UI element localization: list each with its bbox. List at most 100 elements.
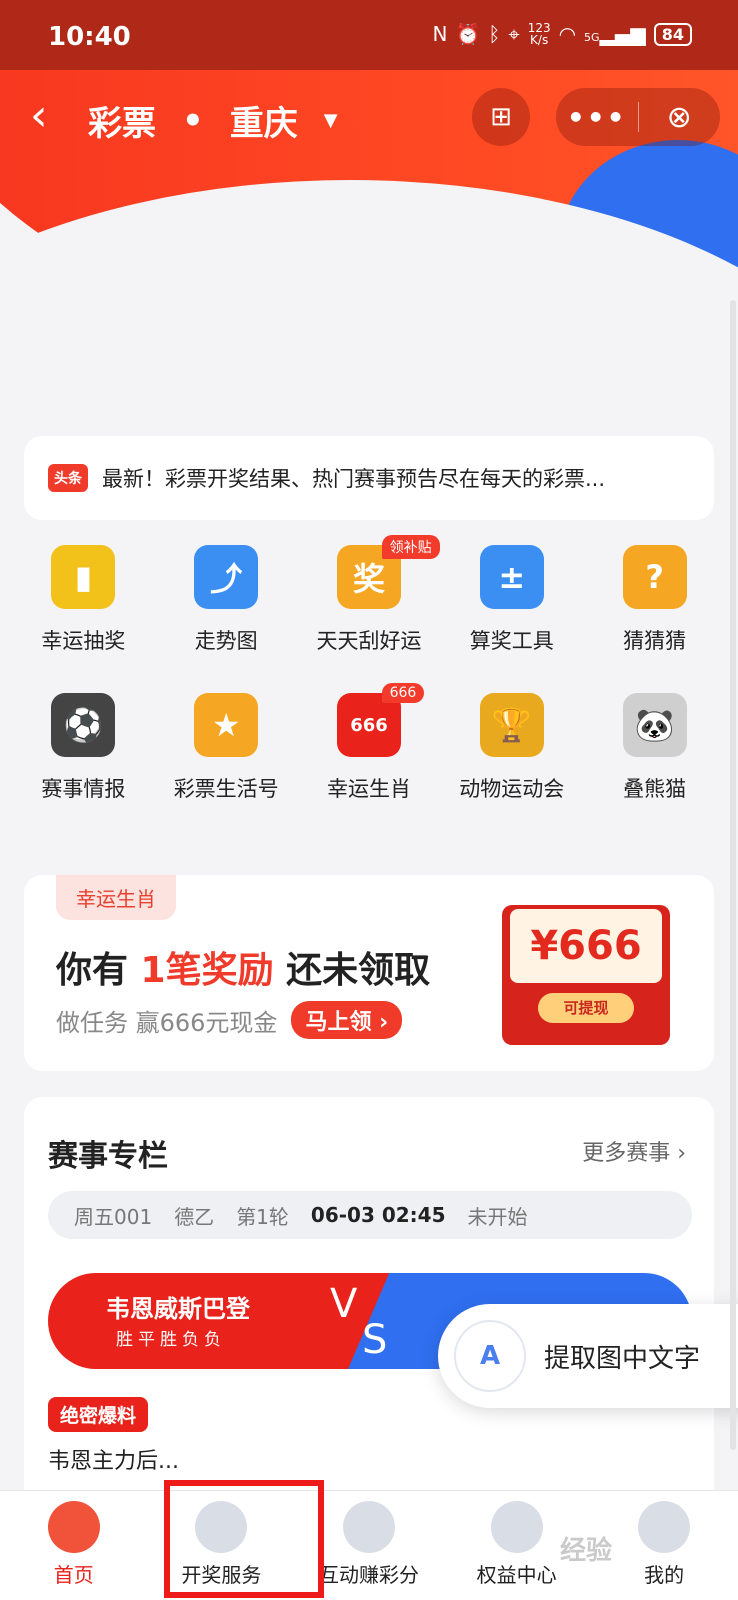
promo-tag: 幸运生肖 bbox=[56, 875, 176, 920]
text-scan-icon: A bbox=[454, 1320, 526, 1392]
calculator-icon: ± bbox=[479, 545, 544, 609]
battery-indicator: 84 bbox=[653, 22, 692, 46]
soccer-ball-icon: ⚽ bbox=[51, 693, 116, 757]
crystal-ball-icon bbox=[195, 1501, 248, 1553]
promo-title-post: 还未领取 bbox=[273, 950, 431, 991]
title-text: 彩票 bbox=[88, 104, 156, 144]
promo-title: 你有 1笔奖励 还未领取 bbox=[56, 941, 430, 993]
tab-label: 首页 bbox=[53, 1563, 94, 1587]
nav-bar: ‹ 彩票 • 重庆 ▼ ⊞ ••• ⊗ bbox=[0, 78, 738, 158]
more-matches-link[interactable]: 更多赛事 › bbox=[582, 1135, 686, 1167]
match-round: 第1轮 bbox=[236, 1204, 289, 1229]
bluetooth-icon: ᛒ bbox=[488, 22, 501, 46]
extract-text-button[interactable]: A 提取图中文字 bbox=[438, 1304, 738, 1408]
grid-item[interactable]: ⚽ 赛事情报 bbox=[12, 693, 155, 803]
promo-subtitle: 做任务 赢666元现金 bbox=[56, 1008, 278, 1037]
grid-item[interactable]: ⤴ 走势图 bbox=[155, 545, 298, 655]
scan-button[interactable]: ⊞ bbox=[472, 88, 530, 146]
vs-letter-v: V bbox=[330, 1281, 358, 1327]
news-banner[interactable]: 头条 最新！彩票开奖结果、热门赛事预告尽在每天的彩票... bbox=[24, 436, 714, 520]
vs-letter-s: S bbox=[362, 1317, 388, 1363]
grid-item[interactable]: 🏆 动物运动会 bbox=[440, 693, 583, 803]
secret-tag: 绝密爆料 bbox=[48, 1397, 149, 1432]
grid-item-label: 幸运抽奖 bbox=[41, 629, 126, 653]
chevron-left-icon: ‹ bbox=[30, 90, 48, 141]
home-team-name: 韦恩威斯巴登 bbox=[106, 1295, 250, 1323]
red-envelope-image: ¥666 可提现 bbox=[502, 905, 670, 1045]
grid-item[interactable]: 🐼 叠熊猫 bbox=[583, 693, 726, 803]
trophy-icon: 🏆 bbox=[479, 693, 544, 757]
watermark-logo: 经验 bbox=[560, 1536, 613, 1566]
more-button[interactable]: ••• bbox=[556, 101, 638, 134]
promo-title-highlight: 1笔奖励 bbox=[140, 950, 274, 991]
home-mascot-icon bbox=[47, 1501, 100, 1553]
claim-button[interactable]: 马上领 › bbox=[291, 1001, 403, 1039]
bottom-tab-bar: 首页 开奖服务 互动赚彩分 权益中心 我的 bbox=[0, 1490, 738, 1600]
tab-4[interactable]: 我的 bbox=[590, 1491, 738, 1600]
grid-item[interactable]: ★ 彩票生活号 bbox=[155, 693, 298, 803]
promo-title-pre: 你有 bbox=[56, 950, 141, 991]
scrollbar[interactable] bbox=[730, 300, 736, 1450]
scan-icon: ⊞ bbox=[490, 102, 512, 132]
question-icon: ? bbox=[622, 545, 687, 609]
match-state: 未开始 bbox=[467, 1204, 528, 1229]
status-time: 10:40 bbox=[48, 22, 131, 52]
grid-item[interactable]: 奖领补贴 天天刮好运 bbox=[298, 535, 441, 655]
grid-item-label: 走势图 bbox=[194, 629, 258, 653]
title-dot: • bbox=[182, 100, 204, 141]
close-circle-icon: ⊗ bbox=[666, 99, 692, 135]
close-button[interactable]: ⊗ bbox=[639, 100, 721, 135]
home-team-record: 胜平胜负负 bbox=[116, 1330, 226, 1350]
caret-down-icon: ▼ bbox=[323, 110, 338, 131]
tab-label: 互动赚彩分 bbox=[318, 1563, 419, 1587]
tab-1[interactable]: 开奖服务 bbox=[148, 1491, 296, 1600]
match-league: 德乙 bbox=[174, 1204, 215, 1229]
clover-icon bbox=[490, 1501, 543, 1553]
grid-item[interactable]: ? 猜猜猜 bbox=[583, 545, 726, 655]
alarm-icon: ⏰ bbox=[455, 22, 481, 46]
tab-label: 权益中心 bbox=[476, 1563, 557, 1587]
mini-program-capsule: ••• ⊗ bbox=[556, 88, 720, 146]
grid-item-label: 赛事情报 bbox=[41, 777, 126, 801]
news-tag: 头条 bbox=[48, 464, 88, 492]
status-bar: 10:40 N ⏰ ᛒ ⌖ 123 K/s ◠ 5G▂▄▆ 84 bbox=[0, 0, 738, 70]
grid-item[interactable]: ▮ 幸运抽奖 bbox=[12, 545, 155, 655]
grid-item[interactable]: ± 算奖工具 bbox=[440, 545, 583, 655]
promo-card[interactable]: 幸运生肖 你有 1笔奖励 还未领取 做任务 赢666元现金 马上领 › ¥666… bbox=[24, 875, 714, 1071]
wifi-icon: ◠ bbox=[558, 22, 577, 46]
match-info-bar[interactable]: 周五001 德乙 第1轮 06-03 02:45 未开始 bbox=[48, 1191, 692, 1239]
grid-item-label: 叠熊猫 bbox=[623, 777, 687, 801]
grid-item-label: 猜猜猜 bbox=[623, 629, 687, 653]
tab-label: 开奖服务 bbox=[181, 1563, 262, 1587]
nfc-icon: N bbox=[432, 22, 448, 46]
page-title[interactable]: 彩票 • 重庆 ▼ bbox=[88, 96, 338, 145]
section-title: 赛事专栏 bbox=[48, 1139, 168, 1174]
match-code: 周五001 bbox=[74, 1204, 153, 1229]
grid-item-label: 动物运动会 bbox=[459, 777, 565, 801]
lucky-draw-icon: ▮ bbox=[51, 545, 116, 609]
grid-badge: 666 bbox=[381, 683, 425, 703]
grid-badge: 领补贴 bbox=[381, 535, 440, 559]
news-text: 最新！彩票开奖结果、热门赛事预告尽在每天的彩票... bbox=[102, 467, 606, 491]
tab-0[interactable]: 首页 bbox=[0, 1491, 148, 1600]
location-icon: ⌖ bbox=[508, 22, 520, 46]
signal-icon: 5G▂▄▆ bbox=[584, 22, 646, 46]
grid-item[interactable]: 666 666 幸运生肖 bbox=[298, 683, 441, 803]
star-bookmark-icon: ★ bbox=[194, 693, 259, 757]
status-icons: N ⏰ ᛒ ⌖ 123 K/s ◠ 5G▂▄▆ 84 bbox=[433, 22, 692, 46]
network-speed: 123 K/s bbox=[527, 21, 551, 47]
tab-2[interactable]: 互动赚彩分 bbox=[295, 1491, 443, 1600]
tab-label: 我的 bbox=[644, 1563, 685, 1587]
grid-item-label: 幸运生肖 bbox=[326, 777, 411, 801]
trend-chart-icon: ⤴ bbox=[194, 545, 259, 609]
extract-text-label: 提取图中文字 bbox=[544, 1343, 701, 1374]
user-icon bbox=[638, 1501, 691, 1553]
panda-icon: 🐼 bbox=[622, 693, 687, 757]
feature-grid: ▮ 幸运抽奖 ⤴ 走势图 奖领补贴 天天刮好运 ± 算奖工具? 猜猜猜 ⚽ 赛事情报 ★ 彩票生活号 66… bbox=[12, 535, 726, 803]
back-button[interactable]: ‹ bbox=[30, 92, 48, 140]
match-datetime: 06-03 02:45 bbox=[310, 1203, 446, 1227]
promo-subtitle-row: 做任务 赢666元现金 马上领 › bbox=[56, 1001, 403, 1039]
grid-item-label: 彩票生活号 bbox=[173, 777, 279, 801]
reward-amount: ¥666 bbox=[510, 909, 662, 983]
secret-text[interactable]: 韦恩主力后... bbox=[48, 1443, 179, 1475]
